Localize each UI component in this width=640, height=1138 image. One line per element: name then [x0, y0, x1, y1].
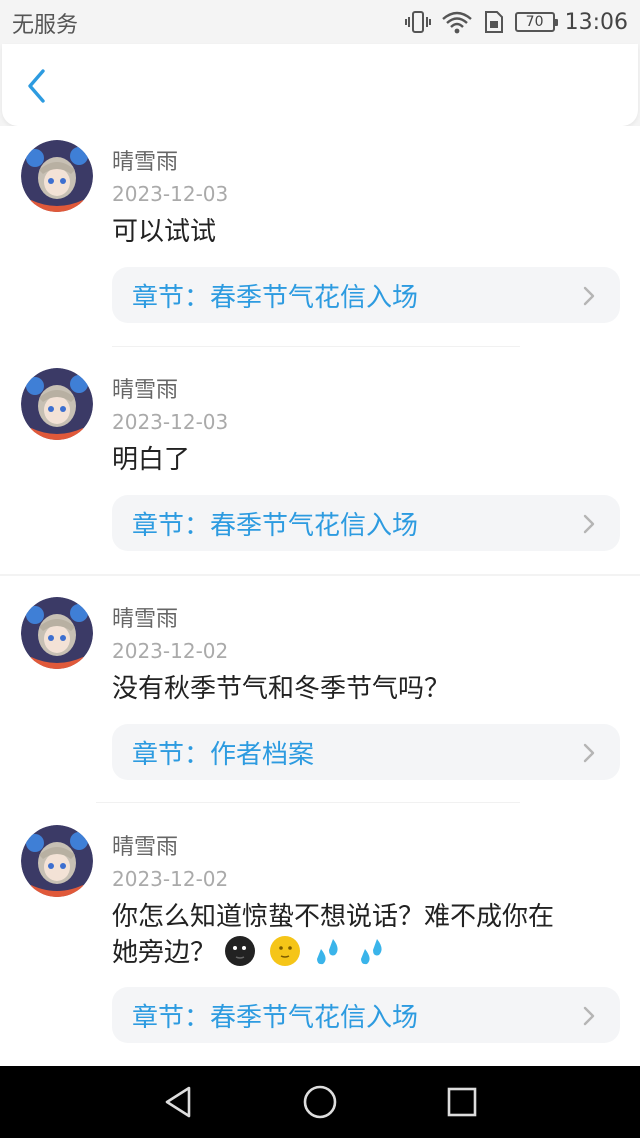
chapter-link[interactable]: 章节：春季节气花信入场 [112, 267, 620, 323]
nav-back-button[interactable] [158, 1082, 198, 1122]
chevron-left-icon [28, 69, 45, 103]
comment-text: 明白了 [112, 445, 191, 475]
comment-date: 2023-12-02 [112, 639, 229, 663]
comment-item: 晴雪雨 2023-12-02 没有秋季节气和冬季节气吗？ 章节：作者档案 [0, 583, 640, 804]
chapter-label: 章节：春季节气花信入场 [132, 282, 419, 313]
username: 晴雪雨 [112, 150, 179, 175]
moon-face-icon [269, 936, 300, 966]
header-bar [0, 44, 640, 126]
avatar[interactable] [21, 368, 93, 440]
chapter-link[interactable]: 章节：春季节气花信入场 [112, 495, 620, 551]
carrier-text: 无服务 [12, 13, 79, 38]
nav-home-button[interactable] [300, 1082, 340, 1122]
circle-home-icon [303, 1085, 337, 1119]
chapter-link[interactable]: 章节：春季节气花信入场 [112, 987, 620, 1043]
chevron-right-icon [583, 1006, 595, 1026]
avatar[interactable] [21, 825, 93, 897]
triangle-back-icon [165, 1086, 191, 1118]
comment-text-line2: 她旁边？ [112, 938, 217, 968]
comment-text-line: 她旁边？ [112, 935, 622, 971]
sweat-drops-icon [361, 939, 382, 965]
chevron-right-icon [583, 514, 595, 534]
comment-date: 2023-12-03 [112, 182, 229, 206]
comment-item: 晴雪雨 2023-12-03 可以试试 章节：春季节气花信入场 [0, 126, 640, 354]
vibrate-icon [404, 11, 431, 33]
dark-moon-face-icon [225, 936, 256, 966]
chapter-label: 章节：春季节气花信入场 [132, 1002, 419, 1033]
comment-item: 晴雪雨 2023-12-02 你怎么知道惊蛰不想说话？难不成你在 她旁边？ 章节… [0, 811, 640, 1066]
square-recents-icon [447, 1087, 477, 1117]
chapter-label: 章节：春季节气花信入场 [132, 510, 419, 541]
comment-date: 2023-12-03 [112, 410, 229, 434]
sweat-drops-icon [316, 939, 338, 965]
comment-text-line: 你怎么知道惊蛰不想说话？难不成你在 [112, 902, 555, 932]
chapter-link[interactable]: 章节：作者档案 [112, 724, 620, 780]
clock: 13:06 [564, 9, 628, 35]
comment-text: 你怎么知道惊蛰不想说话？难不成你在 她旁边？ [112, 899, 622, 971]
comment-text: 可以试试 [112, 217, 217, 247]
username: 晴雪雨 [112, 378, 179, 403]
chevron-right-icon [583, 743, 595, 763]
avatar[interactable] [21, 597, 93, 669]
username: 晴雪雨 [112, 607, 179, 632]
wifi-icon [441, 11, 472, 34]
divider [112, 346, 520, 347]
divider [96, 802, 520, 803]
sim-card-icon [484, 11, 503, 33]
status-bar: 无服务 70 13:06 [0, 0, 640, 44]
comment-date: 2023-12-02 [112, 867, 229, 891]
header-card [2, 44, 638, 126]
nav-recents-button[interactable] [442, 1082, 482, 1122]
username: 晴雪雨 [112, 835, 179, 860]
avatar[interactable] [21, 140, 93, 212]
back-button[interactable] [16, 66, 56, 106]
divider [0, 574, 640, 576]
chevron-right-icon [583, 286, 595, 306]
comment-item: 晴雪雨 2023-12-03 明白了 章节：春季节气花信入场 [0, 354, 640, 576]
battery-indicator: 70 [514, 12, 558, 32]
chapter-label: 章节：作者档案 [132, 739, 315, 770]
comment-text: 没有秋季节气和冬季节气吗？ [112, 674, 451, 704]
system-nav-bar [0, 1066, 640, 1138]
comment-list[interactable]: 晴雪雨 2023-12-03 可以试试 章节：春季节气花信入场 晴雪雨 2023… [0, 126, 640, 1066]
status-icons: 70 13:06 [404, 6, 628, 38]
